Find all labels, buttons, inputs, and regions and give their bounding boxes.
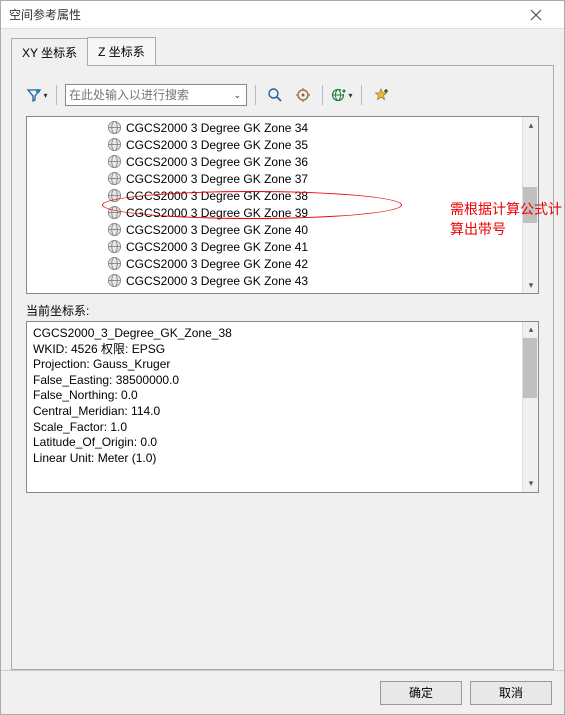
globe-icon	[107, 256, 122, 271]
globe-add-button[interactable]: ▾	[331, 84, 353, 106]
scroll-down-icon[interactable]: ▾	[523, 476, 539, 492]
list-item-label: CGCS2000 3 Degree GK Zone 38	[126, 189, 308, 203]
globe-icon	[107, 171, 122, 186]
chevron-down-icon: ▾	[348, 91, 352, 100]
detail-line: Projection: Gauss_Kruger	[33, 357, 532, 373]
list-item[interactable]: CGCS2000 3 Degree GK Zone 37	[27, 170, 538, 187]
search-button[interactable]	[264, 84, 286, 106]
list-item[interactable]: CGCS2000 3 Degree GK Zone 36	[27, 153, 538, 170]
ok-button[interactable]: 确定	[380, 681, 462, 705]
detail-line: CGCS2000_3_Degree_GK_Zone_38	[33, 326, 532, 342]
list-item[interactable]: CGCS2000 3 Degree GK Zone 38	[27, 187, 538, 204]
list-item[interactable]: CGCS2000 3 Degree GK Zone 40	[27, 221, 538, 238]
funnel-icon	[26, 87, 42, 103]
window-title: 空间参考属性	[9, 6, 516, 23]
separator	[56, 85, 57, 105]
separator	[322, 85, 323, 105]
list-item[interactable]: CGCS2000 3 Degree GK Zone 35	[27, 136, 538, 153]
list-item-label: CGCS2000 3 Degree GK Zone 43	[126, 274, 308, 288]
list-item-label: CGCS2000 3 Degree GK Zone 40	[126, 223, 308, 237]
chevron-down-icon[interactable]: ⌄	[231, 90, 243, 101]
globe-icon	[107, 137, 122, 152]
target-icon	[295, 87, 311, 103]
separator	[255, 85, 256, 105]
list-item-label: CGCS2000 3 Degree GK Zone 36	[126, 155, 308, 169]
list-item[interactable]: CGCS2000 3 Degree GK Zone 34	[27, 119, 538, 136]
scrollbar[interactable]: ▴ ▾	[522, 322, 538, 492]
current-crs-label: 当前坐标系:	[26, 302, 539, 319]
detail-line: False_Northing: 0.0	[33, 388, 532, 404]
list-item-label: CGCS2000 3 Degree GK Zone 37	[126, 172, 308, 186]
list-item-label: CGCS2000 3 Degree GK Zone 35	[126, 138, 308, 152]
list-item-label: CGCS2000 3 Degree GK Zone 41	[126, 240, 308, 254]
search-input[interactable]	[69, 88, 231, 102]
crs-details: CGCS2000_3_Degree_GK_Zone_38 WKID: 4526 …	[26, 321, 539, 493]
globe-icon	[107, 222, 122, 237]
list-item-label: CGCS2000 3 Degree GK Zone 39	[126, 206, 308, 220]
chevron-down-icon: ▾	[43, 91, 47, 100]
scroll-thumb[interactable]	[523, 187, 537, 223]
list-item-label: CGCS2000 3 Degree GK Zone 42	[126, 257, 308, 271]
tab-z[interactable]: Z 坐标系	[87, 37, 156, 65]
cancel-button[interactable]: 取消	[470, 681, 552, 705]
detail-line: False_Easting: 38500000.0	[33, 373, 532, 389]
tab-xy[interactable]: XY 坐标系	[11, 38, 88, 66]
scrollbar[interactable]: ▴ ▾	[522, 117, 538, 293]
globe-icon	[107, 273, 122, 288]
globe-icon	[107, 205, 122, 220]
list-item-label: CGCS2000 3 Degree GK Zone 34	[126, 121, 308, 135]
detail-line: Scale_Factor: 1.0	[33, 420, 532, 436]
scroll-down-icon[interactable]: ▾	[523, 277, 539, 293]
list-item[interactable]: CGCS2000 3 Degree GK Zone 41	[27, 238, 538, 255]
favorite-button[interactable]	[370, 84, 392, 106]
crs-list[interactable]: CGCS2000 3 Degree GK Zone 34 CGCS2000 3 …	[26, 116, 539, 294]
filter-button[interactable]: ▾	[26, 84, 48, 106]
toolbar: ▾ ⌄ ▾	[26, 84, 539, 106]
list-item[interactable]: CGCS2000 3 Degree GK Zone 42	[27, 255, 538, 272]
separator	[361, 85, 362, 105]
search-icon	[267, 87, 283, 103]
detail-line: Linear Unit: Meter (1.0)	[33, 451, 532, 467]
scroll-thumb[interactable]	[523, 338, 537, 398]
tab-bar: XY 坐标系 Z 坐标系	[11, 37, 554, 66]
globe-icon	[107, 239, 122, 254]
list-item[interactable]: CGCS2000 3 Degree GK Zone 39	[27, 204, 538, 221]
globe-plus-icon	[331, 87, 347, 103]
titlebar: 空间参考属性	[1, 1, 564, 29]
star-plus-icon	[373, 87, 389, 103]
globe-icon	[107, 154, 122, 169]
close-button[interactable]	[516, 2, 556, 28]
search-combo[interactable]: ⌄	[65, 84, 247, 106]
locate-button[interactable]	[292, 84, 314, 106]
globe-icon	[107, 120, 122, 135]
close-icon	[530, 9, 542, 21]
footer: 确定 取消	[1, 670, 564, 714]
detail-line: Central_Meridian: 114.0	[33, 404, 532, 420]
detail-line: Latitude_Of_Origin: 0.0	[33, 435, 532, 451]
list-item[interactable]: CGCS2000 3 Degree GK Zone 43	[27, 272, 538, 289]
scroll-up-icon[interactable]: ▴	[523, 117, 539, 133]
globe-icon	[107, 188, 122, 203]
detail-line: WKID: 4526 权限: EPSG	[33, 342, 532, 358]
scroll-up-icon[interactable]: ▴	[523, 322, 539, 338]
